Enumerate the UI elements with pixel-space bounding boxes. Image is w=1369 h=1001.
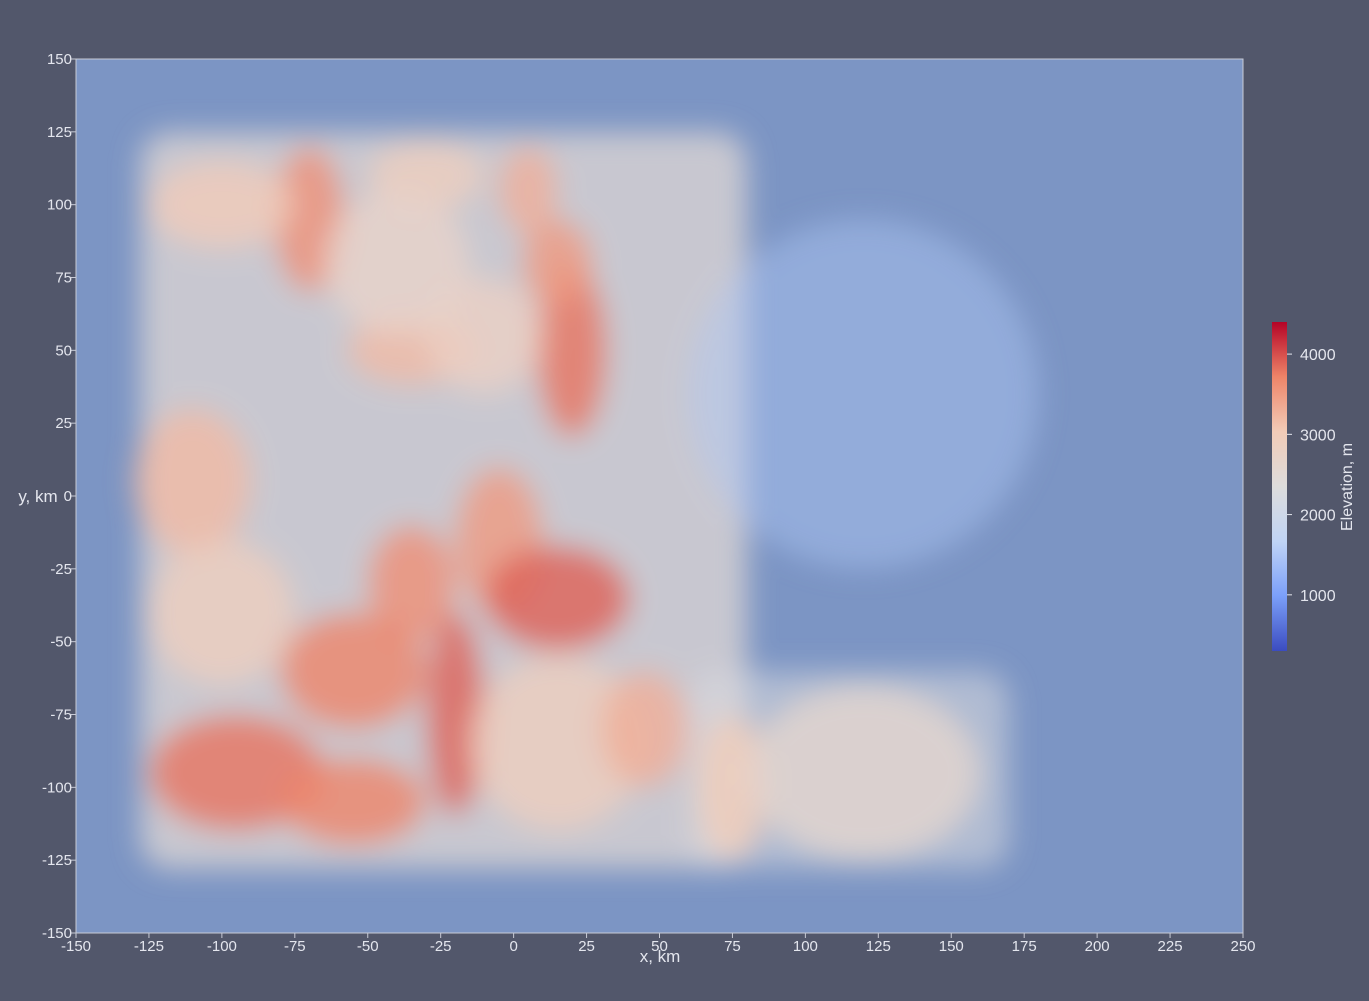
x-tick-label: 175 xyxy=(1012,938,1037,955)
colorbar-gradient xyxy=(1272,322,1287,651)
terrain-basin xyxy=(688,219,1039,569)
terrain-region xyxy=(747,685,981,861)
terrain-region xyxy=(323,190,470,336)
x-axis-label: x, km xyxy=(640,947,681,966)
y-tick-label: 125 xyxy=(47,124,72,141)
y-tick-label: -150 xyxy=(42,925,72,942)
y-axis-label: y, km xyxy=(18,487,57,506)
y-tick-label: 0 xyxy=(64,488,72,505)
x-tick-label: 200 xyxy=(1085,938,1110,955)
colorbar-tick-label: 2000 xyxy=(1300,508,1336,525)
colorbar-tick-label: 3000 xyxy=(1300,427,1336,444)
colorbar-tick-label: 1000 xyxy=(1300,588,1336,605)
y-tick-label: 25 xyxy=(55,415,72,432)
colorbar-title: Elevation, m xyxy=(1339,443,1356,531)
terrain-region xyxy=(148,539,295,686)
y-tick-label: -50 xyxy=(50,634,72,651)
terrain-region xyxy=(148,160,295,249)
elevation-field xyxy=(76,59,1243,933)
x-tick-label: 75 xyxy=(724,938,741,955)
terrain-region xyxy=(280,758,427,846)
y-tick-label: 100 xyxy=(47,197,72,214)
x-tick-label: -100 xyxy=(207,938,237,955)
x-tick-label: 25 xyxy=(578,938,595,955)
y-tick-label: -25 xyxy=(50,561,72,578)
y-tick-label: 75 xyxy=(55,270,72,287)
y-tick-label: 150 xyxy=(47,51,72,68)
terrain-layer xyxy=(134,131,1039,869)
terrain-region xyxy=(601,670,689,788)
colorbar-tick-label: 4000 xyxy=(1300,347,1336,364)
render-viewport[interactable]: -150 -125 -100 -75 -50 -25 0 25 50 75 100 125 150 175… xyxy=(0,0,1369,996)
x-tick-label: 225 xyxy=(1158,938,1183,955)
y-tick-label: -125 xyxy=(42,852,72,869)
y-tick-label: -75 xyxy=(50,707,72,724)
x-tick-label: -75 xyxy=(284,938,306,955)
x-tick-label: -125 xyxy=(134,938,164,955)
x-tick-label: -25 xyxy=(430,938,452,955)
x-tick-label: 150 xyxy=(939,938,964,955)
terrain-region xyxy=(134,408,252,555)
y-tick-label: -100 xyxy=(42,779,72,796)
y-tick-label: 50 xyxy=(55,342,72,359)
terrain-region xyxy=(522,219,593,307)
elevation-chart: -150 -125 -100 -75 -50 -25 0 25 50 75 100 125 150 175… xyxy=(0,0,1369,996)
x-tick-label: 125 xyxy=(866,938,891,955)
terrain-region xyxy=(484,545,631,651)
x-tick-label: -50 xyxy=(357,938,379,955)
terrain-region xyxy=(280,612,427,730)
x-tick-label: 100 xyxy=(793,938,818,955)
x-tick-label: 0 xyxy=(509,938,517,955)
x-tick-label: 250 xyxy=(1230,938,1255,955)
